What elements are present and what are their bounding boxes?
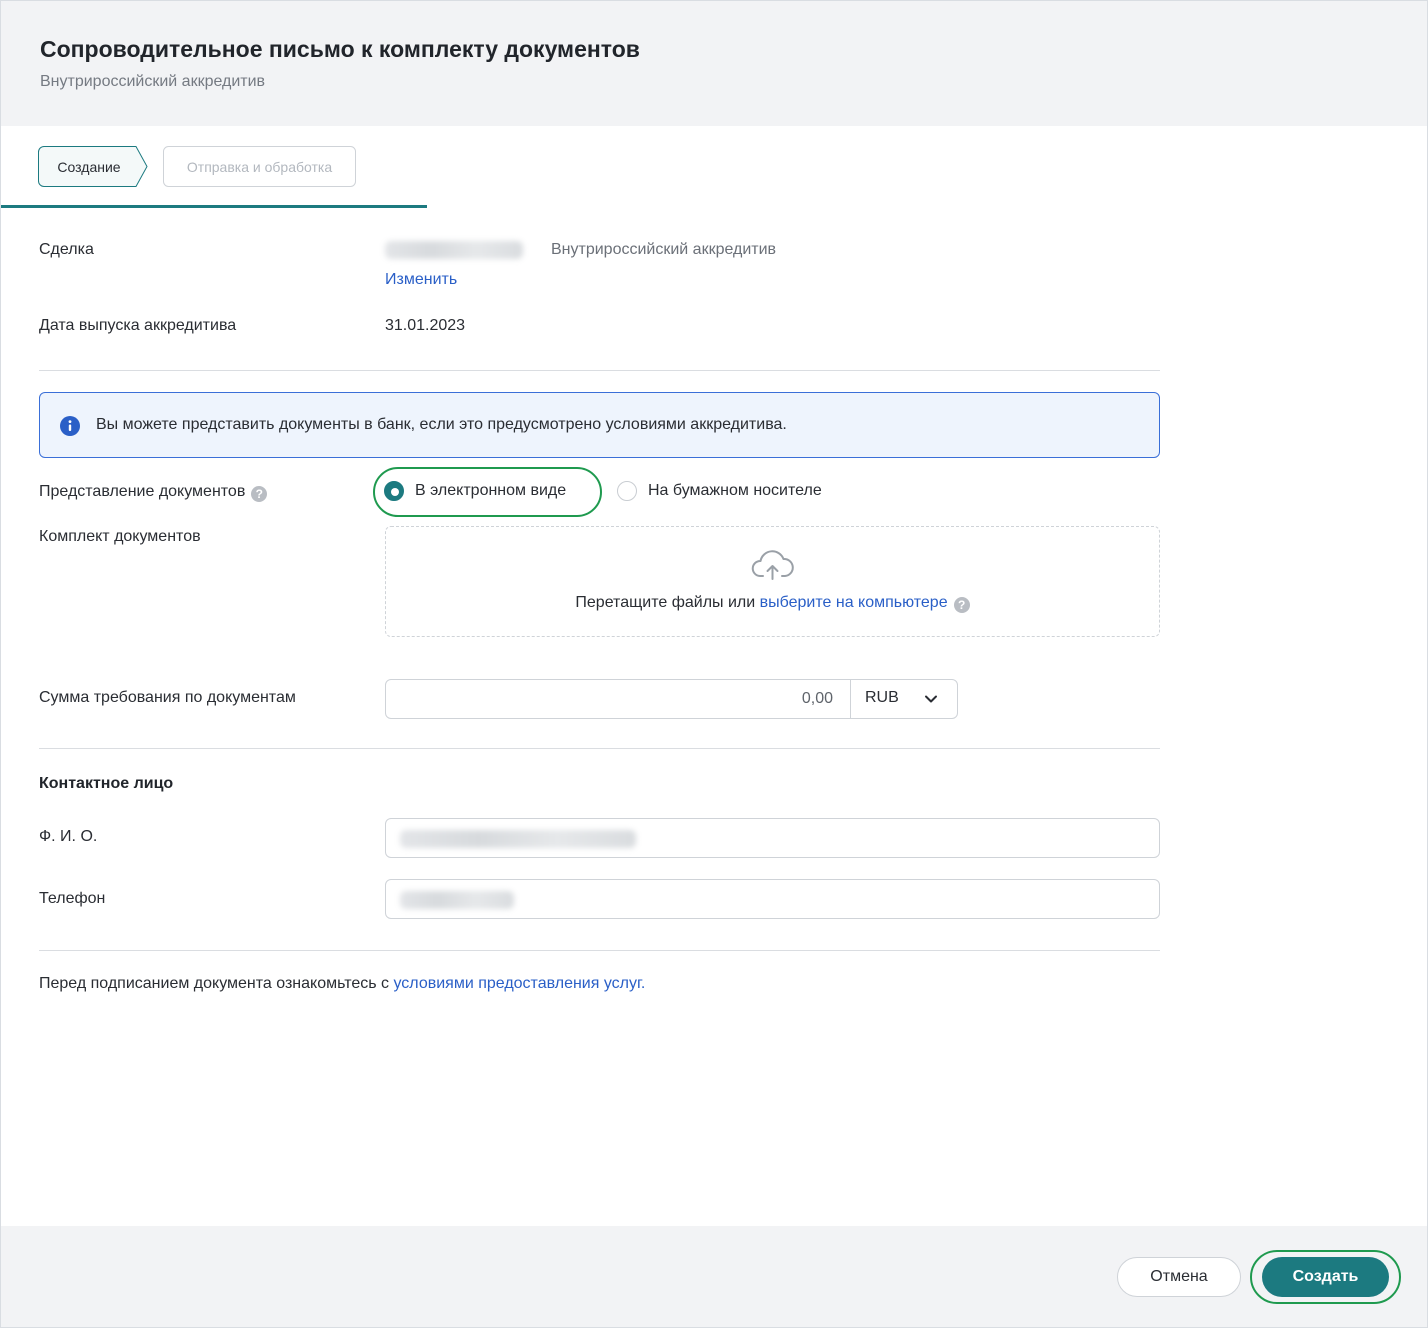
presentation-label-text: Представление документов [39,483,246,500]
divider [39,950,1160,951]
deal-label: Сделка [39,241,94,258]
divider [39,748,1160,749]
amount-label: Сумма требования по документам [39,689,296,706]
divider [39,370,1160,371]
amount-separator [850,680,851,718]
terms-suffix: . [640,975,646,992]
documents-label: Комплект документов [39,528,201,545]
amount-field[interactable]: 0,00 RUB [385,679,958,719]
terms-note: Перед подписанием документа ознакомьтесь… [39,975,645,993]
deal-number-redacted [385,241,523,259]
info-banner-text: Вы можете представить документы в банк, … [96,416,787,433]
dropzone-text: Перетащите файлы или выберите на компьют… [386,594,1159,613]
info-icon [60,416,80,436]
radio-paper-label: На бумажном носителе [648,482,822,499]
terms-prefix: Перед подписанием документа ознакомьтесь… [39,975,390,992]
name-value-redacted [400,830,636,848]
radio-electronic-dot[interactable] [384,481,404,501]
stepper-underline [1,205,427,208]
page-title: Сопроводительное письмо к комплекту доку… [40,36,640,62]
cancel-button[interactable]: Отмена [1117,1257,1241,1297]
cloud-upload-icon [751,550,794,580]
file-dropzone[interactable]: Перетащите файлы или выберите на компьют… [385,526,1160,637]
phone-value-redacted [400,891,514,909]
create-button[interactable]: Создать [1262,1257,1389,1297]
issue-date-value: 31.01.2023 [385,317,466,334]
phone-label: Телефон [39,890,106,907]
radio-electronic-label: В электронном виде [415,482,567,499]
dialog-header: Сопроводительное письмо к комплекту доку… [1,1,1427,126]
presentation-label: Представление документов? [39,483,268,502]
radio-paper[interactable]: На бумажном носителе [617,481,822,501]
contact-section-title: Контактное лицо [39,775,174,792]
phone-field[interactable] [385,879,1160,919]
dropzone-prompt: Перетащите файлы или [575,594,756,611]
step-send-label: Отправка и обработка [186,158,333,175]
step-send[interactable]: Отправка и обработка [163,146,356,187]
name-field[interactable] [385,818,1160,858]
help-icon[interactable]: ? [953,597,970,613]
issue-date-label: Дата выпуска аккредитива [39,317,237,334]
step-create[interactable]: Создание [38,146,148,187]
name-label: Ф. И. О. [39,828,98,845]
amount-input[interactable]: 0,00 [802,690,833,708]
radio-electronic[interactable]: В электронном виде [384,481,566,501]
chevron-down-icon[interactable] [924,693,938,705]
terms-link[interactable]: условиями предоставления услуг [393,975,640,992]
page-subtitle: Внутрироссийский аккредитив [40,73,266,90]
change-deal-link[interactable]: Изменить [385,271,457,289]
choose-files-link[interactable]: выберите на компьютере [760,594,948,611]
deal-type: Внутрироссийский аккредитив [551,241,777,258]
currency-select[interactable]: RUB [865,689,899,707]
radio-paper-dot[interactable] [617,481,637,501]
step-create-label: Создание [57,158,121,175]
dialog [0,0,1428,1328]
info-banner: Вы можете представить документы в банк, … [39,392,1160,458]
help-icon[interactable]: ? [251,486,268,502]
